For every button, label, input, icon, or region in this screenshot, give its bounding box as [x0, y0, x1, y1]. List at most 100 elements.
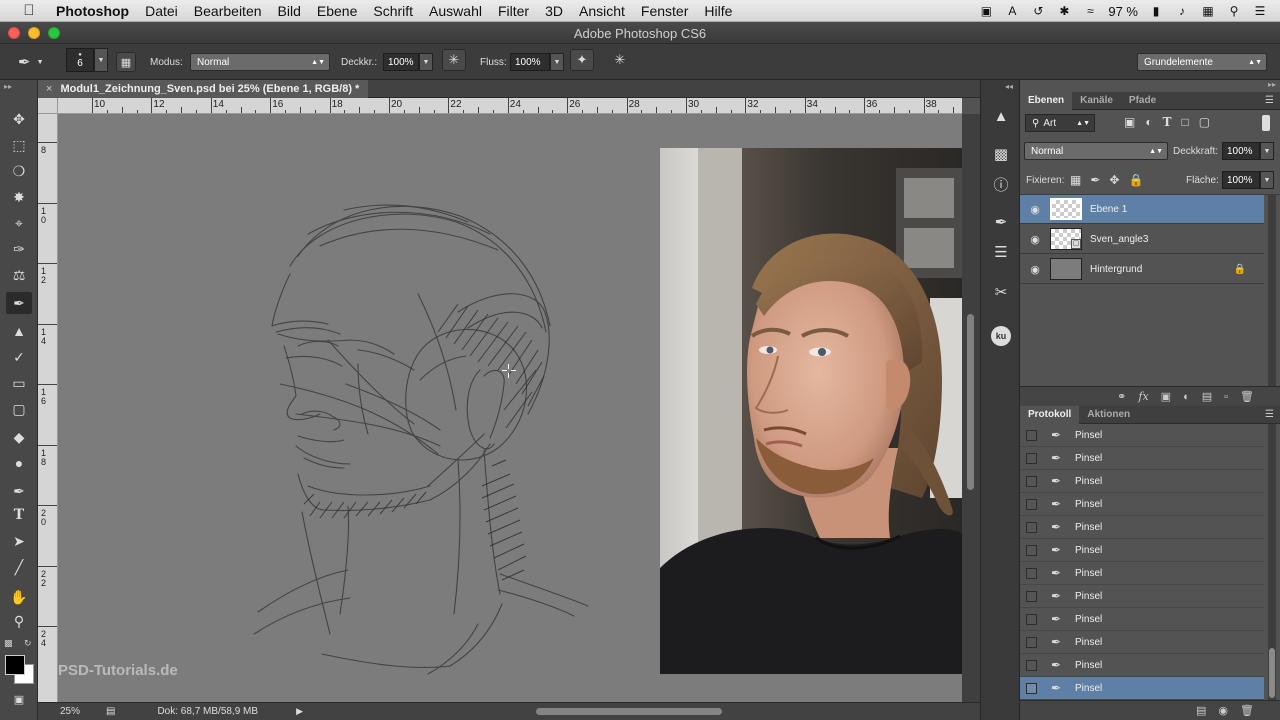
history-brush-tool-icon[interactable]: ✓ [6, 346, 32, 368]
camera-icon[interactable]: ▣ [978, 4, 994, 18]
brush-presets-panel-icon[interactable]: ✒ [989, 210, 1013, 234]
layer-blend-mode-select[interactable]: Normal ▲▼ [1024, 142, 1168, 160]
brush-panel-icon[interactable]: ▦ [116, 52, 136, 72]
eraser-tool-icon[interactable]: ▭ [6, 372, 32, 394]
layer-row-ebene-1[interactable]: ◉ Ebene 1 [1020, 195, 1264, 224]
history-item[interactable]: ✒ Pinsel [1020, 585, 1264, 608]
menu-bild[interactable]: Bild [270, 3, 309, 19]
canvas-vertical-scroll-thumb[interactable] [967, 314, 974, 490]
lock-position-icon[interactable]: ✥ [1109, 173, 1119, 187]
horizontal-ruler[interactable]: 10 12 14 16 18 20 22 24 26 28 30 32 34 36 38 [58, 98, 962, 114]
collapse-panels-icon[interactable]: ▸▸ [1268, 80, 1276, 89]
history-item[interactable]: ✒ Pinsel [1020, 654, 1264, 677]
tab-protokoll[interactable]: Protokoll [1020, 405, 1080, 424]
marquee-tool-icon[interactable]: ⬚ [6, 134, 32, 156]
history-item[interactable]: ✒ Pinsel [1020, 562, 1264, 585]
eyedropper-tool-icon[interactable]: ✑ [6, 238, 32, 260]
status-menu-arrow-icon[interactable]: ▶ [296, 706, 303, 717]
tab-ebenen[interactable]: Ebenen [1020, 91, 1073, 110]
magic-wand-tool-icon[interactable]: ✸ [6, 186, 32, 208]
blur-tool-icon[interactable]: ◆ [6, 426, 32, 448]
opacity-input[interactable]: 100% [383, 53, 419, 71]
brush-tool-icon[interactable]: ✒ [6, 292, 32, 314]
menu-ansicht[interactable]: Ansicht [571, 3, 633, 19]
notification-list-icon[interactable]: ☰ [1252, 4, 1268, 18]
filter-type-layer-icon[interactable]: T [1163, 115, 1172, 129]
workspace-select[interactable]: Grundelemente ▲▼ [1137, 53, 1267, 71]
battery-icon[interactable]: ▮ [1148, 4, 1164, 18]
menu-ebene[interactable]: Ebene [309, 3, 365, 19]
brush-panel-toggle[interactable]: ▦ [116, 52, 136, 72]
properties-panel-icon[interactable]: ☰ [989, 240, 1013, 264]
layer-row-hintergrund[interactable]: ◉ Hintergrund 🔒 [1020, 255, 1264, 284]
pressure-opacity-icon[interactable]: ✳ [442, 49, 466, 71]
menu-3d[interactable]: 3D [537, 3, 571, 19]
zoom-tool-icon[interactable]: ⚲ [6, 610, 32, 632]
info-panel-icon[interactable]: ⓘ [989, 172, 1013, 196]
tool-presets-panel-icon[interactable]: ✂ [989, 280, 1013, 304]
close-document-icon[interactable]: × [46, 83, 52, 95]
lock-icon[interactable]: 🔒 [1234, 264, 1246, 275]
tab-kanaele[interactable]: Kanäle [1072, 92, 1121, 110]
history-snapshot-checkbox[interactable] [1026, 475, 1037, 487]
hand-tool-icon[interactable]: ✋ [6, 586, 32, 608]
history-item[interactable]: ✒ Pinsel [1020, 539, 1264, 562]
history-item[interactable]: ✒ Pinsel [1020, 631, 1264, 654]
history-snapshot-checkbox[interactable] [1026, 590, 1037, 602]
dodge-tool-icon[interactable]: ● [6, 452, 32, 474]
history-snapshot-checkbox[interactable] [1026, 659, 1037, 671]
menu-bearbeiten[interactable]: Bearbeiten [186, 3, 270, 19]
menu-schrift[interactable]: Schrift [365, 3, 421, 19]
filter-pixel-layer-icon[interactable]: ▣ [1124, 115, 1135, 129]
history-item[interactable]: ✒ Pinsel [1020, 608, 1264, 631]
document-canvas[interactable]: PSD-Tutorials.de [58, 114, 962, 702]
adjustments-panel-icon[interactable]: ▩ [989, 142, 1013, 166]
line-tool-icon[interactable]: ╱ [6, 556, 32, 578]
opacity-slider-button[interactable]: ▼ [419, 53, 433, 71]
eye-icon[interactable]: ◉ [1020, 233, 1050, 246]
menu-auswahl[interactable]: Auswahl [421, 3, 490, 19]
history-snapshot-checkbox[interactable] [1026, 498, 1037, 510]
history-item-current[interactable]: ✒ Pinsel [1020, 677, 1264, 700]
menu-app-photoshop[interactable]: Photoshop [40, 3, 137, 19]
tab-pfade[interactable]: Pfade [1121, 92, 1164, 110]
fill-input[interactable]: 100% [1222, 171, 1260, 189]
brush-size-dropdown-button[interactable]: ▼ [94, 48, 108, 72]
new-layer-icon[interactable]: ▫ [1224, 391, 1228, 403]
delete-layer-icon[interactable]: 🗑 [1240, 390, 1254, 403]
layer-style-fx-icon[interactable]: fx [1138, 390, 1148, 403]
layer-name[interactable]: Ebene 1 [1090, 204, 1127, 215]
path-selection-tool-icon[interactable]: ➤ [6, 530, 32, 552]
add-mask-icon[interactable]: ▣ [1161, 390, 1171, 403]
menu-fenster[interactable]: Fenster [633, 3, 696, 19]
history-item[interactable]: ✒ Pinsel [1020, 470, 1264, 493]
link-layers-icon[interactable]: ⚭ [1117, 390, 1126, 403]
layer-filter-kind-select[interactable]: ⚲ Art ▲▼ [1025, 114, 1095, 132]
history-panel-menu-icon[interactable]: ☰ [1265, 409, 1274, 420]
histogram-panel-icon[interactable]: ▲ [989, 104, 1013, 128]
move-tool-icon[interactable]: ✥ [6, 108, 32, 130]
pressure-size-icon[interactable]: ✳ [608, 49, 632, 71]
document-tab[interactable]: × Modul1_Zeichnung_Sven.psd bei 25% (Ebe… [38, 80, 368, 98]
pen-tool-icon[interactable]: ✒ [6, 480, 32, 502]
new-document-from-state-icon[interactable]: ▤ [1196, 704, 1206, 717]
mode-select[interactable]: Normal ▲▼ [190, 53, 330, 71]
history-snapshot-checkbox[interactable] [1026, 682, 1037, 694]
history-snapshot-checkbox[interactable] [1026, 636, 1037, 648]
crop-tool-icon[interactable]: ⌖ [6, 212, 32, 234]
quick-mask-icon[interactable]: ▣ [6, 688, 32, 710]
adjustment-layer-icon[interactable]: ◐ [1183, 391, 1190, 403]
apple-icon[interactable]:  [18, 2, 40, 19]
layers-panel-menu-icon[interactable]: ☰ [1265, 95, 1274, 106]
layer-opacity-slider-button[interactable]: ▼ [1260, 142, 1274, 160]
eye-icon[interactable]: ◉ [1020, 263, 1050, 276]
collapse-toolbar-icon[interactable]: ▸▸ [4, 82, 12, 91]
menu-hilfe[interactable]: Hilfe [696, 3, 740, 19]
lasso-tool-icon[interactable]: ❍ [6, 160, 32, 182]
history-snapshot-checkbox[interactable] [1026, 544, 1037, 556]
flow-slider-button[interactable]: ▼ [550, 53, 564, 71]
canvas-horizontal-scroll-thumb[interactable] [536, 708, 722, 715]
menu-filter[interactable]: Filter [490, 3, 537, 19]
wifi-icon[interactable]: ≈ [1082, 4, 1098, 18]
status-export-icon[interactable]: ▤ [106, 706, 115, 717]
